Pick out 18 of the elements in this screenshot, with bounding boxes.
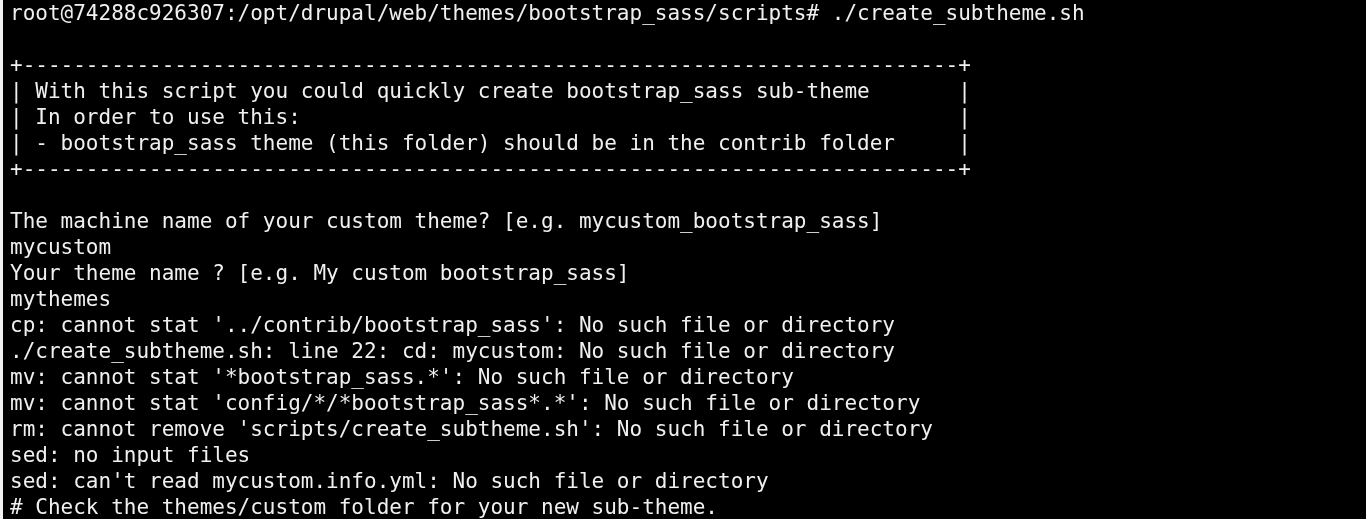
command-prompt: root@74288c926307:/opt/drupal/web/themes/bootstrap_sass/scripts# ./create_subtheme.sh: [10, 0, 1085, 26]
output-line: sed: no input files: [10, 442, 251, 468]
output-line: cp: cannot stat '../contrib/bootstrap_sass': No such file or directory: [10, 312, 895, 338]
banner-line: | In order to use this: |: [10, 104, 971, 130]
output-line: The machine name of your custom theme? [e.g. mycustom_bootstrap_sass]: [10, 208, 883, 234]
banner-line: +--------------------------------------------------------------------------+: [10, 156, 971, 182]
output-line: # Check the themes/custom folder for your new sub-theme.: [10, 494, 718, 519]
output-line: mv: cannot stat '*bootstrap_sass.*': No such file or directory: [10, 364, 794, 390]
output-line: Your theme name ? [e.g. My custom bootstrap_sass]: [10, 260, 630, 286]
output-line: mycustom: [10, 234, 112, 260]
output-line: rm: cannot remove 'scripts/create_subtheme.sh': No such file or directory: [10, 416, 933, 442]
output-line: ./create_subtheme.sh: line 22: cd: mycustom: No such file or directory: [10, 338, 895, 364]
output-line: mv: cannot stat 'config/*/*bootstrap_sass*.*': No such file or directory: [10, 390, 921, 416]
banner-line: | - bootstrap_sass theme (this folder) should be in the contrib folder |: [10, 130, 971, 156]
output-line: sed: can't read mycustom.info.yml: No such file or directory: [10, 468, 769, 494]
output-line: mythemes: [10, 286, 112, 312]
banner-line: +--------------------------------------------------------------------------+: [10, 52, 971, 78]
banner-line: | With this script you could quickly create bootstrap_sass sub-theme |: [10, 78, 971, 104]
